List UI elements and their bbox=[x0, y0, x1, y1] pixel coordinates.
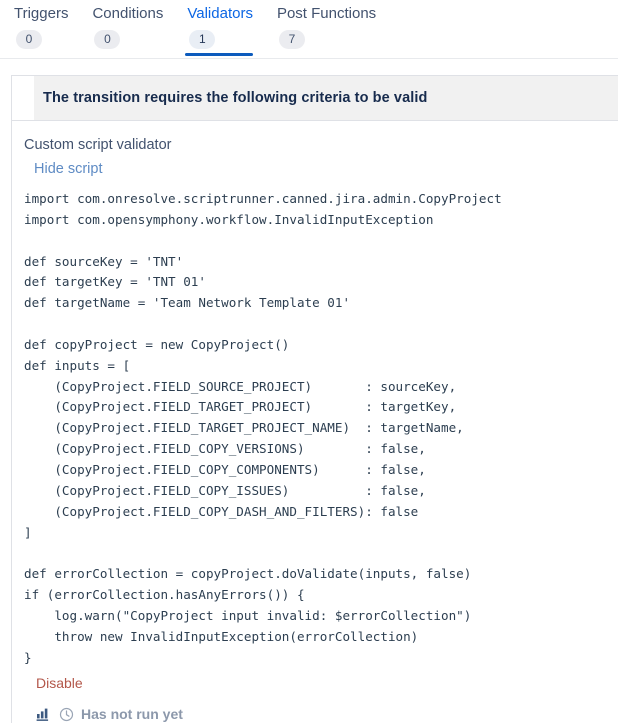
code-line: (CopyProject.FIELD_COPY_VERSIONS) : fals… bbox=[24, 441, 426, 457]
code-line: } bbox=[24, 649, 32, 665]
code-line: (CopyProject.FIELD_COPY_COMPONENTS) : fa… bbox=[24, 461, 426, 477]
tab-conditions[interactable]: Conditions 0 bbox=[82, 0, 177, 49]
tab-label: Post Functions bbox=[276, 5, 377, 22]
code-line: import com.opensymphony.workflow.Invalid… bbox=[24, 211, 434, 227]
tab-divider bbox=[0, 58, 618, 59]
tab-label: Triggers bbox=[14, 5, 69, 22]
tab-validators[interactable]: Validators 1 bbox=[177, 0, 267, 56]
code-line: def sourceKey = 'TNT' bbox=[24, 253, 184, 269]
code-line: def copyProject = new CopyProject() bbox=[24, 336, 290, 352]
disable-link[interactable]: Disable bbox=[36, 673, 83, 693]
clock-icon bbox=[59, 707, 74, 722]
panel-body: Custom script validator Hide script impo… bbox=[12, 121, 618, 723]
code-line: log.warn("CopyProject input invalid: $er… bbox=[24, 607, 472, 623]
validator-panel: The transition requires the following cr… bbox=[11, 75, 618, 724]
hide-script-link[interactable]: Hide script bbox=[34, 158, 103, 180]
run-status: Has not run yet bbox=[36, 705, 618, 723]
code-line: (CopyProject.FIELD_COPY_ISSUES) : false, bbox=[24, 482, 426, 498]
code-line: def errorCollection = copyProject.doVali… bbox=[24, 566, 472, 582]
code-line: throw new InvalidInputException(errorCol… bbox=[24, 628, 419, 644]
code-line: if (errorCollection.hasAnyErrors()) { bbox=[24, 587, 305, 603]
code-line: (CopyProject.FIELD_COPY_DASH_AND_FILTERS… bbox=[24, 503, 419, 519]
run-status-text: Has not run yet bbox=[81, 706, 183, 723]
validator-name: Custom script validator bbox=[24, 137, 172, 153]
code-line: def inputs = [ bbox=[24, 357, 131, 373]
tab-triggers[interactable]: Triggers 0 bbox=[4, 0, 82, 49]
panel-header-title: The transition requires the following cr… bbox=[43, 90, 428, 106]
code-line: (CopyProject.FIELD_TARGET_PROJECT) : tar… bbox=[24, 399, 457, 415]
tab-label: Conditions bbox=[92, 5, 164, 22]
code-line: (CopyProject.FIELD_TARGET_PROJECT_NAME) … bbox=[24, 420, 464, 436]
panel-header-gutter bbox=[12, 76, 34, 120]
tab-count-badge: 1 bbox=[189, 30, 216, 49]
bar-chart-icon[interactable] bbox=[36, 706, 52, 722]
code-line: ] bbox=[24, 524, 32, 540]
code-line: import com.onresolve.scriptrunner.canned… bbox=[24, 191, 502, 206]
tab-count-badge: 7 bbox=[278, 30, 305, 49]
tab-count-badge: 0 bbox=[94, 30, 121, 49]
panel-header: The transition requires the following cr… bbox=[12, 75, 618, 121]
code-line: (CopyProject.FIELD_SOURCE_PROJECT) : sou… bbox=[24, 378, 457, 394]
script-code-block[interactable]: import com.onresolve.scriptrunner.canned… bbox=[24, 189, 618, 668]
active-tab-underline bbox=[185, 53, 253, 56]
code-line: def targetName = 'Team Network Template … bbox=[24, 295, 351, 311]
tab-strip: Triggers 0 Conditions 0 Validators 1 Post Func… bbox=[0, 0, 618, 59]
tab-count-badge: 0 bbox=[16, 30, 42, 49]
code-line: def targetKey = 'TNT 01' bbox=[24, 274, 206, 290]
tab-list: Triggers 0 Conditions 0 Validators 1 Post Func… bbox=[0, 0, 618, 56]
tab-label: Validators bbox=[187, 5, 253, 22]
tab-post-functions[interactable]: Post Functions 7 bbox=[267, 0, 390, 49]
